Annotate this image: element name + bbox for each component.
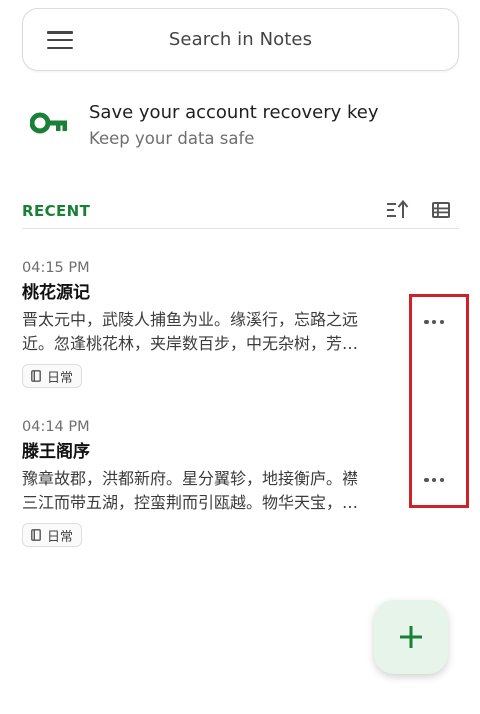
note-tag-label: 日常 [47,370,74,386]
note-snippet: 晋太元中，武陵人捕鱼为业。缘溪行，忘路之远 近。忽逢桃花林，夹岸数百步，中无杂树… [22,308,406,356]
note-snippet-line: 晋太元中，武陵人捕鱼为业。缘溪行，忘路之远 [22,310,359,329]
note-title: 滕王阁序 [22,442,90,462]
key-icon [30,112,67,134]
list-view-icon[interactable] [432,202,450,218]
plus-icon [400,626,422,648]
note-tag-label: 日常 [47,529,74,545]
note-snippet-line: 三江而带五湖，控蛮荆而引瓯越。物华天宝，… [22,493,359,512]
note-snippet-line: 近。忽逢桃花林，夹岸数百步，中无杂树，芳… [22,334,359,353]
notebook-icon [31,529,41,541]
note-title: 桃花源记 [22,283,90,303]
note-tag[interactable]: 日常 [22,523,83,547]
notes-screen: Search in Notes Save your account recove… [0,0,480,714]
notebook-icon [31,370,41,382]
new-note-button[interactable] [374,600,448,674]
note-snippet-line: 豫章故郡，洪都新府。星分翼轸，地接衡庐。襟 [22,469,359,488]
recovery-key-banner[interactable]: Save your account recovery key Keep your… [22,96,459,156]
note-time: 04:14 PM [22,419,90,435]
search-input[interactable]: Search in Notes [23,29,458,50]
note-item[interactable]: 04:15 PM 桃花源记 晋太元中，武陵人捕鱼为业。缘溪行，忘路之远 近。忽逢… [22,257,412,388]
note-snippet: 豫章故郡，洪都新府。星分翼轸，地接衡庐。襟 三江而带五湖，控蛮荆而引瓯越。物华天… [22,467,406,515]
search-bar[interactable]: Search in Notes [22,8,459,71]
highlight-box [409,294,469,508]
sort-icon[interactable] [385,199,409,221]
banner-title: Save your account recovery key [89,102,379,123]
divider [22,228,459,229]
banner-subtitle: Keep your data safe [89,129,255,148]
note-tag[interactable]: 日常 [22,364,83,388]
recent-heading: RECENT [22,202,91,220]
note-item[interactable]: 04:14 PM 滕王阁序 豫章故郡，洪都新府。星分翼轸，地接衡庐。襟 三江而带… [22,416,412,547]
note-time: 04:15 PM [22,260,90,276]
